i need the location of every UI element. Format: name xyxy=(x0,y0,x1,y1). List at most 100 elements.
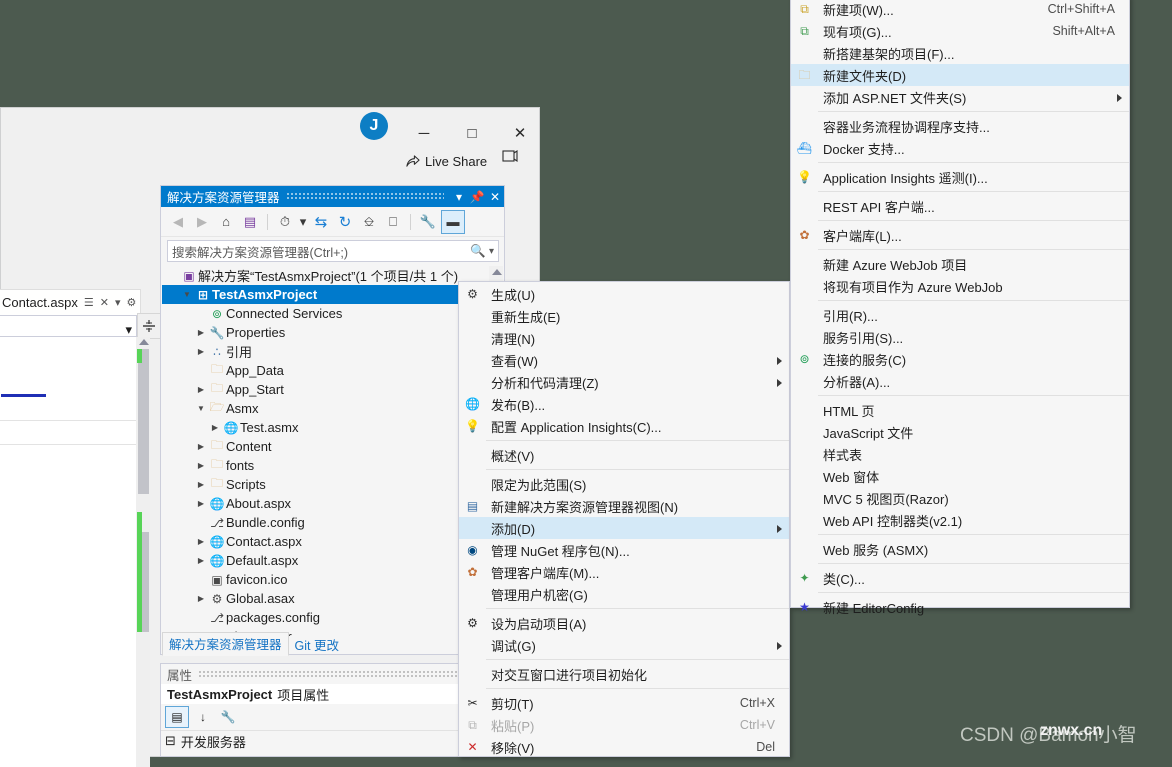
tree-item-packages.config[interactable]: ⎇ packages.config xyxy=(162,608,503,627)
menu-item-html-page[interactable]: HTML 页 xyxy=(791,399,1129,421)
search-input[interactable]: 搜索解决方案资源管理器(Ctrl+;) 🔍 ▾ xyxy=(167,240,499,262)
split-editor-button[interactable] xyxy=(137,313,161,339)
project-context-menu[interactable]: ⚙ 生成(U) 重新生成(E) 清理(N) 查看(W) 分析和代码清理(Z) 🌐 发布(B).… xyxy=(458,281,790,757)
menu-item-mvc5-view-page-razor[interactable]: MVC 5 视图页(Razor) xyxy=(791,487,1129,509)
collapse-expander-icon[interactable]: ⊟ xyxy=(165,733,176,749)
pending-changes-icon[interactable]: ⏱ xyxy=(274,211,296,233)
menu-item-new-scaffolded-item[interactable]: 新搭建基架的项目(F)... xyxy=(791,42,1129,64)
tree-item-bundle.config[interactable]: ⎇ Bundle.config xyxy=(162,513,503,532)
menu-item-style-sheet[interactable]: 样式表 xyxy=(791,443,1129,465)
chevron-down-icon[interactable]: ▾ xyxy=(489,246,494,257)
menu-item-add[interactable]: 添加(D) xyxy=(459,517,789,539)
properties-icon[interactable]: 🔧 xyxy=(417,211,439,233)
menu-item-existing-project-as-azure-webjob[interactable]: 将现有项目作为 Azure WebJob xyxy=(791,275,1129,297)
menu-item-service-reference[interactable]: 服务引用(S)... xyxy=(791,326,1129,348)
feedback-smiley-icon[interactable] xyxy=(500,148,524,172)
menu-item-clean[interactable]: 清理(N) xyxy=(459,327,789,349)
menu-item-reference[interactable]: 引用(R)... xyxy=(791,304,1129,326)
show-all-files-icon[interactable]: ⎒ xyxy=(358,211,380,233)
home-icon[interactable]: ⌂ xyxy=(215,211,237,233)
tree-item-test.asmx[interactable]: ▶ 🌐 Test.asmx xyxy=(162,418,503,437)
pin-icon[interactable]: ☰ xyxy=(84,296,94,309)
menu-item-web-api-controller-class[interactable]: Web API 控制器类(v2.1) xyxy=(791,509,1129,531)
expander-open-icon[interactable]: ▼ xyxy=(180,290,194,299)
menu-item-set-as-startup-project[interactable]: ⚙ 设为启动项目(A) xyxy=(459,612,789,634)
menu-item-paste[interactable]: ⧉ 粘贴(P) Ctrl+V xyxy=(459,714,789,736)
categorized-icon[interactable]: ▤ xyxy=(165,706,189,728)
expander-closed-icon[interactable]: ▶ xyxy=(194,385,208,394)
menu-item-application-insights-telemetry[interactable]: 💡 Application Insights 遥测(I)... xyxy=(791,166,1129,188)
tree-item-favicon.ico[interactable]: ▣ favicon.ico xyxy=(162,570,503,589)
menu-item-manage-client-side-libraries[interactable]: ✿ 管理客户端库(M)... xyxy=(459,561,789,583)
editor-navigation-bar[interactable]: ▾ xyxy=(0,315,137,337)
account-avatar[interactable]: J xyxy=(360,112,388,140)
menu-item-web-service-asmx[interactable]: Web 服务 (ASMX) xyxy=(791,538,1129,560)
expander-closed-icon[interactable]: ▶ xyxy=(208,423,222,432)
tree-item-connected-services[interactable]: ⊚ Connected Services xyxy=(162,304,503,323)
editor-vertical-scrollbar[interactable] xyxy=(136,337,150,767)
expander-closed-icon[interactable]: ▶ xyxy=(194,480,208,489)
minimize-button[interactable]: ─ xyxy=(401,118,447,148)
tree-item--testasmxproject-1-[interactable]: ▣ 解决方案“TestAsmxProject”(1 个项目/共 1 个) xyxy=(162,266,503,285)
tree-item-scripts[interactable]: ▶ 🗀 Scripts xyxy=(162,475,503,494)
menu-item-web-form[interactable]: Web 窗体 xyxy=(791,465,1129,487)
gear-icon[interactable]: ⚙ xyxy=(127,296,137,309)
expander-closed-icon[interactable]: ▶ xyxy=(194,461,208,470)
menu-item-javascript-file[interactable]: JavaScript 文件 xyxy=(791,421,1129,443)
menu-item-connected-service[interactable]: ⊚ 连接的服务(C) xyxy=(791,348,1129,370)
close-button[interactable]: ✕ xyxy=(497,118,543,148)
refresh-icon[interactable]: ↻ xyxy=(334,211,356,233)
menu-item-configure-application-insights[interactable]: 💡 配置 Application Insights(C)... xyxy=(459,415,789,437)
tree-item-fonts[interactable]: ▶ 🗀 fonts xyxy=(162,456,503,475)
chevron-down-icon[interactable]: ▾ xyxy=(115,296,121,309)
alphabetical-sort-icon[interactable]: ↓ xyxy=(192,707,214,727)
window-dropdown-icon[interactable]: ▾ xyxy=(450,190,468,204)
expander-closed-icon[interactable]: ▶ xyxy=(194,347,208,356)
scroll-up-arrow-icon[interactable] xyxy=(492,269,502,275)
menu-item-scope-to-this[interactable]: 限定为此范围(S) xyxy=(459,473,789,495)
menu-item-class[interactable]: ✦ 类(C)... xyxy=(791,567,1129,589)
menu-item-manage-nuget-packages[interactable]: ◉ 管理 NuGet 程序包(N)... xyxy=(459,539,789,561)
tree-item--[interactable]: ▶ ∴ 引用 xyxy=(162,342,503,361)
menu-item-new-item[interactable]: ⧉ 新建项(W)... Ctrl+Shift+A xyxy=(791,0,1129,20)
menu-item-client-side-library[interactable]: ✿ 客户端库(L)... xyxy=(791,224,1129,246)
scroll-up-arrow-icon[interactable] xyxy=(139,339,149,345)
solution-view-icon[interactable]: ▤ xyxy=(239,211,261,233)
tree-item-content[interactable]: ▶ 🗀 Content xyxy=(162,437,503,456)
pin-icon[interactable]: 📌 xyxy=(468,190,486,204)
add-submenu[interactable]: ⧉ 新建项(W)... Ctrl+Shift+A ⧉ 现有项(G)... Shift+Al… xyxy=(790,0,1130,616)
menu-item-view[interactable]: 查看(W) xyxy=(459,349,789,371)
collapse-view-icon[interactable]: ⎕ xyxy=(382,211,404,233)
menu-item-initialize-interactive-with-project[interactable]: 对交互窗口进行项目初始化 xyxy=(459,663,789,685)
menu-item-container-orchestrator-support[interactable]: 容器业务流程协调程序支持... xyxy=(791,115,1129,137)
expander-closed-icon[interactable]: ▶ xyxy=(194,556,208,565)
tree-item-app_data[interactable]: 🗀 App_Data xyxy=(162,361,503,380)
close-icon[interactable]: ✕ xyxy=(486,190,504,204)
menu-item-analyzer[interactable]: 分析器(A)... xyxy=(791,370,1129,392)
menu-item-overview[interactable]: 概述(V) xyxy=(459,444,789,466)
solution-explorer-tab[interactable]: 解决方案资源管理器 xyxy=(162,632,289,656)
forward-icon[interactable]: ▶ xyxy=(191,211,213,233)
live-share-button[interactable]: Live Share xyxy=(405,150,487,172)
maximize-button[interactable]: □ xyxy=(449,118,495,148)
expander-closed-icon[interactable]: ▶ xyxy=(194,328,208,337)
menu-item-build[interactable]: ⚙ 生成(U) xyxy=(459,283,789,305)
tree-item-global.asax[interactable]: ▶ ⚙ Global.asax xyxy=(162,589,503,608)
menu-item-new-folder[interactable]: 🗀 新建文件夹(D) xyxy=(791,64,1129,86)
solution-explorer-bottom-tabs[interactable]: 解决方案资源管理器 Git 更改 xyxy=(162,632,503,656)
back-icon[interactable]: ◀ xyxy=(167,211,189,233)
scrollbar-thumb[interactable] xyxy=(138,349,149,494)
expander-closed-icon[interactable]: ▶ xyxy=(194,537,208,546)
expander-closed-icon[interactable]: ▶ xyxy=(194,442,208,451)
menu-item-new-solution-explorer-view[interactable]: ▤ 新建解决方案资源管理器视图(N) xyxy=(459,495,789,517)
properties-category-row[interactable]: ⊟ 开发服务器 xyxy=(161,731,504,751)
menu-item-analyze-and-code-cleanup[interactable]: 分析和代码清理(Z) xyxy=(459,371,789,393)
collapse-all-icon[interactable]: ▬ xyxy=(441,209,465,234)
menu-item-remove[interactable]: ✕ 移除(V) Del xyxy=(459,736,789,758)
tree-item-app_start[interactable]: ▶ 🗀 App_Start xyxy=(162,380,503,399)
close-icon[interactable]: ✕ xyxy=(100,296,109,309)
menu-item-add-aspnet-folder[interactable]: 添加 ASP.NET 文件夹(S) xyxy=(791,86,1129,108)
menu-item-cut[interactable]: ✂ 剪切(T) Ctrl+X xyxy=(459,692,789,714)
menu-item-existing-item[interactable]: ⧉ 现有项(G)... Shift+Alt+A xyxy=(791,20,1129,42)
editor-tab-contact-aspx[interactable]: Contact.aspx ☰ ✕ ▾ ⚙ xyxy=(0,289,142,315)
